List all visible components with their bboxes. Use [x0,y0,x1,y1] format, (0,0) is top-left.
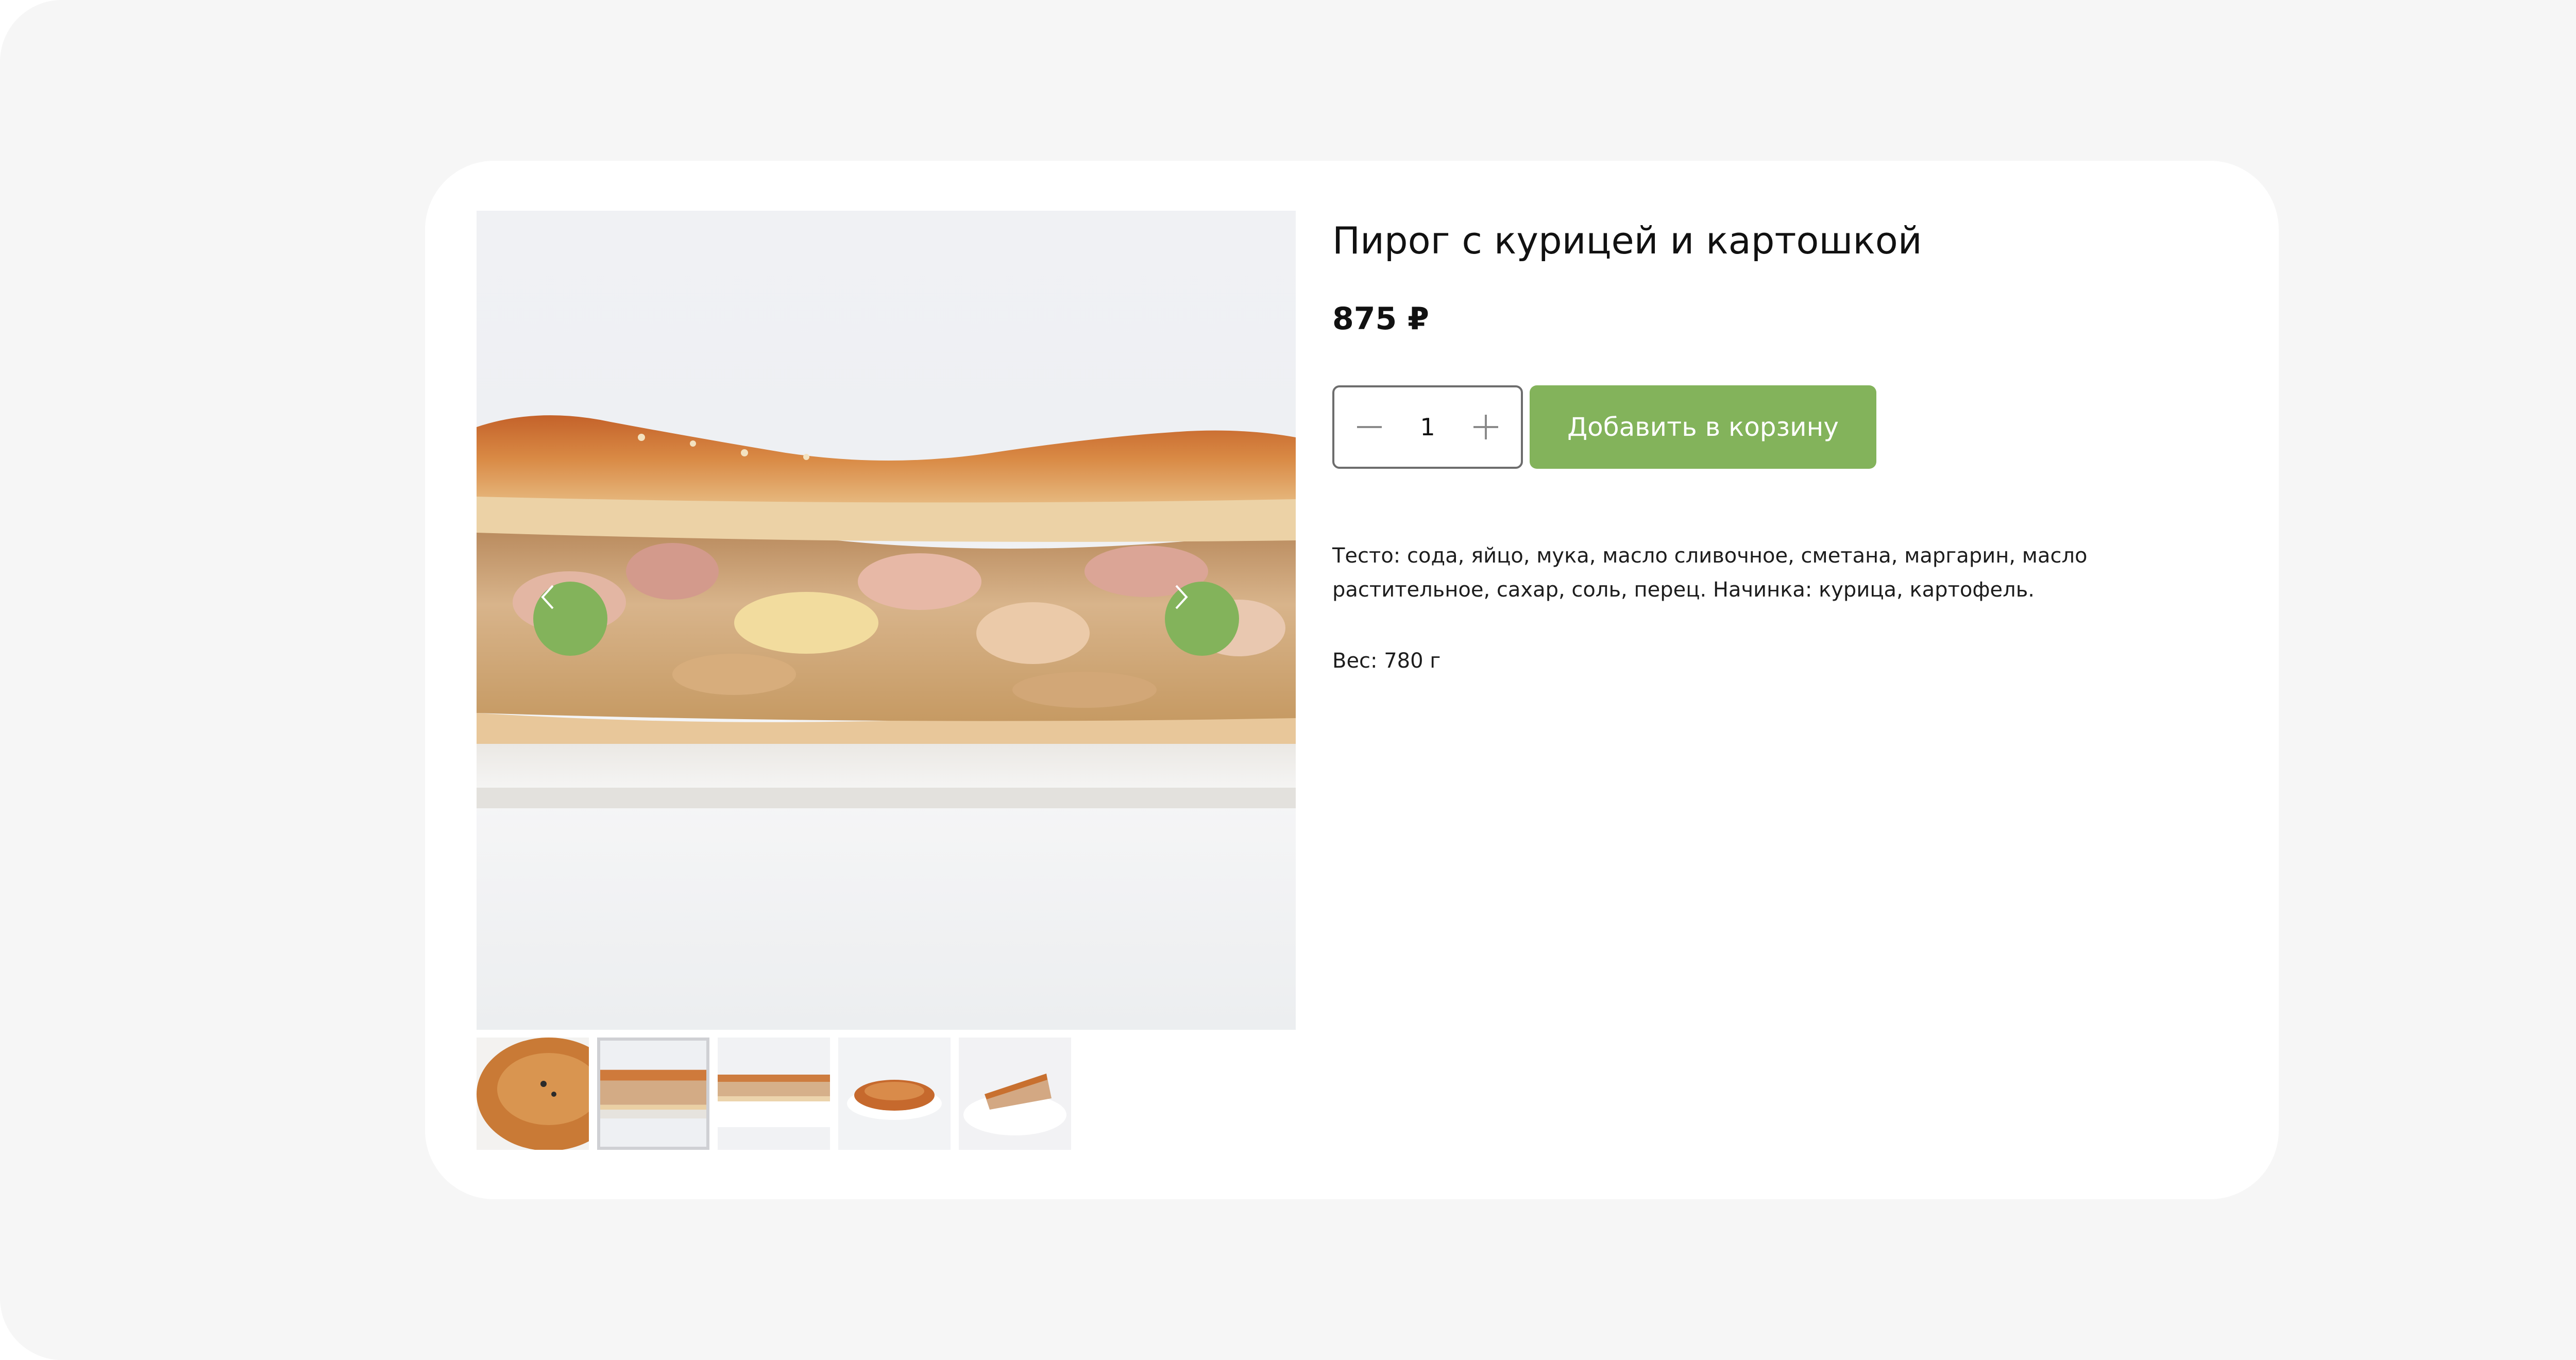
thumbnail-4[interactable] [838,1038,951,1150]
quantity-value[interactable]: 1 [1397,413,1459,441]
quantity-stepper: 1 [1332,385,1523,469]
chevron-right-icon [1175,585,1188,609]
pie-piece-photo [959,1038,1071,1150]
slider-prev-button[interactable] [533,582,607,656]
add-to-cart-button[interactable]: Добавить в корзину [1530,385,1876,469]
pie-cross-section-photo [600,1041,706,1147]
plus-icon [1473,415,1498,439]
pie-slice-on-plate-photo [718,1038,830,1150]
thumbnail-1[interactable] [477,1038,589,1150]
thumbnail-2[interactable] [597,1038,709,1150]
thumbnail-3[interactable] [718,1038,830,1150]
quantity-decrease-button[interactable] [1354,412,1385,443]
minus-icon [1357,426,1382,428]
page-background: Пирог с курицей и картошкой 875 ₽ 1 Доба… [0,0,2576,1360]
pie-top-view-photo [477,1038,589,1150]
product-main-image [477,211,1296,1030]
quantity-increase-button[interactable] [1470,412,1501,443]
slider-next-button[interactable] [1165,582,1239,656]
thumbnail-5[interactable] [959,1038,1071,1150]
product-card: Пирог с курицей и картошкой 875 ₽ 1 Доба… [425,161,2279,1199]
thumbnail-strip [477,1038,1079,1150]
product-weight: Вес: 780 г [1332,649,1441,673]
product-description: Тесто: сода, яйцо, мука, масло сливочное… [1332,544,2088,602]
product-title: Пирог с курицей и картошкой [1332,219,1922,262]
whole-pie-on-plate-photo [838,1038,951,1150]
product-price: 875 ₽ [1332,301,1429,337]
chevron-left-icon [541,585,554,609]
